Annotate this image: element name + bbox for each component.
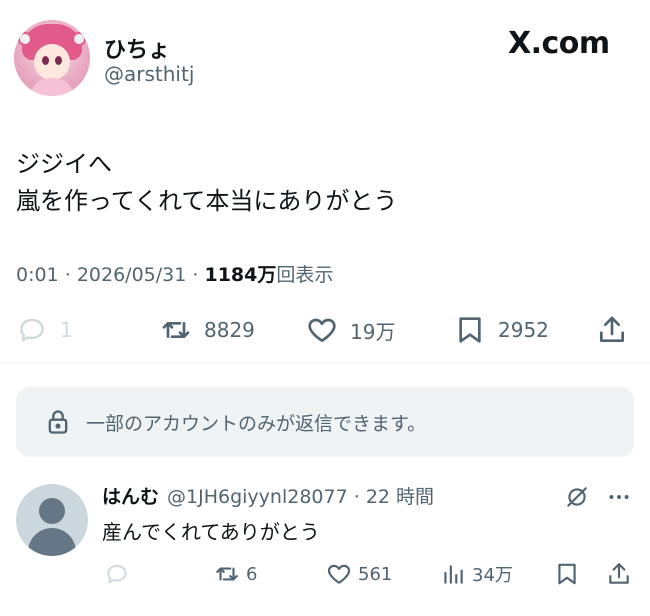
reply-author-name[interactable]: はんむ	[102, 486, 159, 508]
meta-separator: ·	[192, 264, 205, 286]
views-chart-icon	[444, 565, 463, 584]
reply-text: 産んでくれてありがとう	[102, 520, 320, 544]
tweet-views-label: 回表示	[276, 264, 334, 286]
reply-like-count: 561	[358, 563, 393, 585]
avatar-eye-right	[55, 56, 62, 65]
retweet-button[interactable]: 8829	[160, 308, 255, 352]
avatar-bow-right	[72, 32, 86, 46]
avatar-eye-left	[42, 56, 49, 65]
bookmark-count: 2952	[498, 318, 549, 342]
reply-button[interactable]: 1	[16, 308, 73, 352]
restriction-text: 一部のアカウントのみが返信できます。	[86, 412, 427, 435]
avatar-bow-left	[18, 32, 32, 46]
reply-share-button[interactable]	[606, 558, 632, 590]
bookmark-button[interactable]: 2952	[454, 308, 549, 352]
reply-separator: ·	[347, 486, 366, 508]
reply-header: はんむ @1JH6giyynl28077 · 22 時間	[102, 482, 434, 509]
author-handle[interactable]: @arsthitj	[104, 62, 194, 86]
retweet-count: 8829	[204, 318, 255, 342]
tweet-views-count[interactable]: 1184万	[204, 264, 276, 286]
brand-logo: X.com	[508, 26, 610, 61]
tweet-time[interactable]: 0:01	[16, 264, 59, 286]
reply-action-bar: 6 561 34万	[0, 558, 650, 590]
default-avatar-body	[28, 528, 76, 556]
more-options-icon[interactable]	[606, 484, 632, 510]
reply-like-button[interactable]: 561	[326, 558, 392, 590]
reply-bookmark-button[interactable]	[554, 558, 580, 590]
tweet-action-bar: 1 8829 19万 2952	[0, 308, 650, 352]
bookmark-icon	[459, 317, 481, 343]
tweet-meta: 0:01 · 2026/05/31 · 1184万回表示	[16, 260, 333, 287]
avatar-face	[34, 44, 70, 80]
heart-icon	[327, 564, 351, 584]
reply-views-count: 34万	[472, 565, 513, 586]
reply-icon	[107, 564, 127, 584]
reply-retweet-count: 6	[246, 563, 258, 585]
default-avatar-head	[39, 498, 65, 524]
grok-icon[interactable]	[564, 484, 590, 510]
share-icon	[609, 563, 629, 584]
author-display-name[interactable]: ひちょ	[104, 32, 170, 64]
like-count: 19万	[350, 319, 396, 344]
author-avatar[interactable]	[14, 20, 90, 96]
reply-views-button[interactable]: 34万	[440, 558, 513, 590]
bookmark-icon	[558, 563, 576, 585]
reply-count: 1	[60, 318, 73, 342]
meta-separator: ·	[64, 264, 77, 286]
share-icon	[600, 316, 624, 342]
reply-icon	[20, 318, 44, 342]
like-button[interactable]: 19万	[306, 308, 395, 352]
retweet-icon	[162, 322, 190, 338]
reply-author-handle[interactable]: @1JH6giyynl28077	[167, 486, 348, 508]
tweet-header: ひちょ @arsthitj X.com	[0, 0, 650, 110]
share-button[interactable]	[596, 308, 628, 352]
lock-icon	[48, 410, 68, 434]
reply-timestamp[interactable]: 22 時間	[366, 486, 434, 508]
tweet-date[interactable]: 2026/05/31	[77, 264, 187, 286]
section-divider	[0, 363, 650, 364]
reply-retweet-button[interactable]: 6	[214, 558, 257, 590]
avatar-body	[30, 78, 74, 96]
heart-icon	[308, 318, 336, 342]
reply-tweet[interactable]: はんむ @1JH6giyynl28077 · 22 時間 産んでくれてありがとう …	[0, 476, 650, 616]
reply-reply-button[interactable]	[104, 558, 130, 590]
reply-restriction-notice: 一部のアカウントのみが返信できます。	[16, 387, 634, 457]
retweet-icon	[216, 567, 238, 581]
tweet-text-line-1: ジジイへ	[16, 150, 112, 178]
tweet-text-line-2: 嵐を作ってくれて本当にありがとう	[16, 187, 398, 215]
reply-author-avatar[interactable]	[16, 484, 88, 556]
